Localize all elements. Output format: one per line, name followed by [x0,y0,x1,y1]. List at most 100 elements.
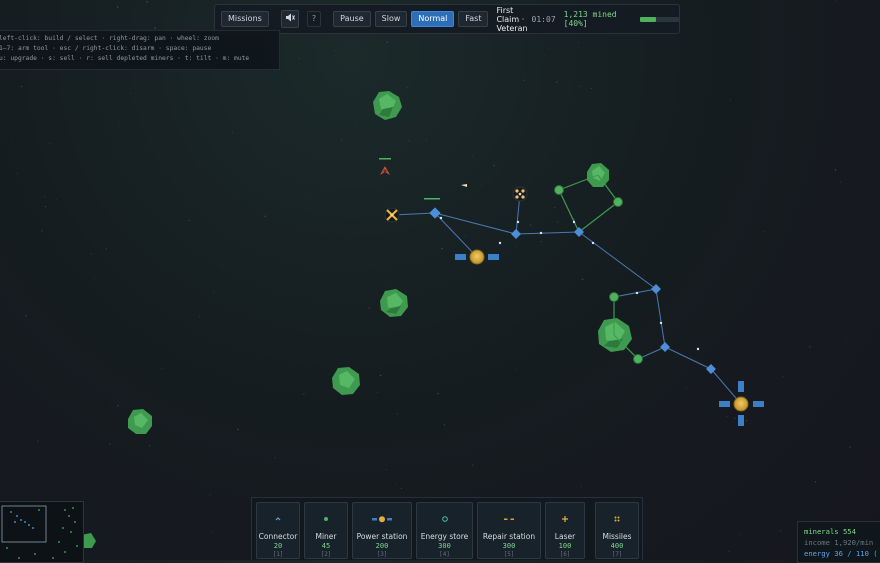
star [198,316,201,318]
star [209,494,211,496]
star [540,241,542,243]
slow-button[interactable]: Slow [374,11,408,27]
star [41,230,43,232]
star [0,272,1,274]
star [695,76,697,77]
star [845,340,847,342]
star [746,420,748,422]
star [264,215,267,218]
star [464,235,466,237]
help-line: u: upgrade · s: sell · r: sell depleted … [0,55,250,62]
star [11,137,13,138]
connector-node[interactable] [511,229,521,239]
star [161,367,163,369]
build-repair-station-button[interactable]: Repair station 300 [5] [477,502,541,559]
build-miner-button[interactable]: Miner 45 [2] [304,502,348,559]
star [851,499,853,501]
star [781,192,783,194]
miner[interactable] [554,185,564,195]
income-readout: income 1,920/min [804,538,874,547]
speaker-icon[interactable] [280,10,299,28]
build-toolbar: Connector 20 [1] Miner 45 [2] Power stat… [251,497,643,560]
star [644,275,645,277]
star [288,285,289,287]
asteroid[interactable] [373,91,402,120]
laser-turret[interactable] [384,207,400,223]
connector-node[interactable] [660,342,670,352]
connector-node[interactable] [574,227,584,237]
star [555,81,558,83]
power-station[interactable] [719,381,764,426]
miner[interactable] [613,197,623,207]
fast-button[interactable]: Fast [458,11,489,27]
pause-button[interactable]: Pause [333,11,371,27]
star [396,413,398,415]
star [579,85,581,87]
build-connector-button[interactable]: Connector 20 [1] [256,502,300,559]
miner[interactable] [609,292,619,302]
star [119,124,121,126]
build-power-station-button[interactable]: Power station 200 [3] [352,502,412,559]
star [580,486,582,488]
star [437,392,439,395]
star [809,346,811,348]
connector-node[interactable] [651,284,661,294]
star [637,178,639,180]
network-links [391,193,742,405]
star [779,530,781,532]
star [726,415,728,417]
star [630,357,632,359]
star [406,87,408,89]
star [55,198,57,200]
star [49,143,51,145]
asteroid[interactable] [332,367,360,395]
star [385,468,387,471]
star [231,131,234,134]
star [211,530,213,532]
star [109,443,111,445]
star [705,230,707,232]
star [556,221,559,223]
star [16,172,18,175]
game-world[interactable] [0,0,880,560]
mining-progress-bar [640,16,679,22]
power-station[interactable] [455,249,499,265]
repair-station-icon [478,515,540,525]
star [61,90,63,91]
missile-turret[interactable] [512,186,528,202]
enemy-ship[interactable] [379,158,391,175]
mining-progress-fill [640,16,656,22]
star [188,219,190,222]
miner[interactable] [633,354,643,364]
star [341,139,343,141]
normal-speed-button[interactable]: Normal [411,11,455,27]
star [98,183,100,185]
minimap[interactable] [0,501,84,563]
missions-button[interactable]: Missions [221,11,269,27]
star [835,0,837,2]
star [242,327,244,329]
controls-help-panel: left-click: build / select · right-drag:… [0,30,280,70]
star [213,291,215,293]
help-button[interactable]: ? [306,11,322,27]
star [426,139,428,141]
star [489,317,491,318]
star [298,58,300,60]
asteroid[interactable] [598,318,632,352]
asteroid[interactable] [380,289,408,317]
build-laser-button[interactable]: Laser 100 [6] [545,502,585,559]
star [386,41,389,44]
star [544,55,546,57]
star [175,295,177,296]
build-missiles-button[interactable]: Missiles 400 [7] [595,502,639,559]
asteroid[interactable] [128,409,152,434]
star [303,352,305,354]
star [518,229,520,231]
build-energy-store-button[interactable]: Energy store 300 [4] [416,502,473,559]
star [536,214,538,216]
star [355,124,357,126]
star [728,550,730,552]
star [44,206,47,208]
star [234,535,235,536]
star [117,404,119,406]
